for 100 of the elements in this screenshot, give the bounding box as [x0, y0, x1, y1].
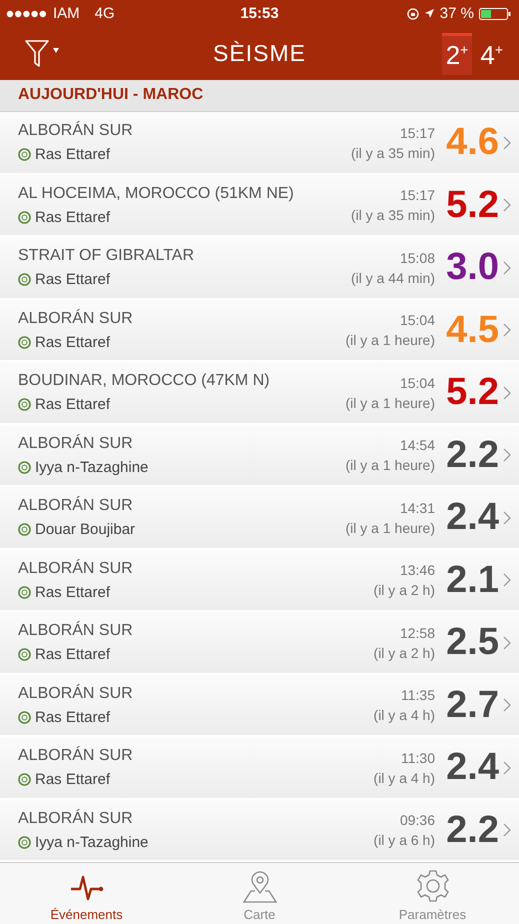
event-place: Ras Ettaref [35, 708, 110, 726]
event-region: AL HOCEIMA, MOROCCO (51KM NE) [18, 184, 295, 203]
event-region: ALBORÁN SUR [18, 434, 134, 453]
event-region: ALBORÁN SUR [18, 810, 134, 828]
event-region: BOUDINAR, MOROCCO (47KM N) [18, 372, 271, 390]
event-ago: (il y a 1 heure) [346, 394, 435, 411]
signal-icon [6, 10, 48, 18]
magnitude-value: 4.6 [445, 121, 499, 164]
magnitude-value: 2.4 [445, 496, 499, 540]
event-time: 13:46 [400, 562, 435, 578]
event-place: Douar Boujibar [35, 521, 136, 538]
event-place: Ras Ettaref [35, 271, 110, 288]
chevron-icon [503, 760, 511, 775]
location-icon [18, 460, 31, 474]
magnitude-filter-tab[interactable]: 2$^{+}$ [442, 32, 472, 75]
event-ago: (il y a 35 min) [350, 144, 435, 161]
filter-button[interactable] [24, 38, 62, 69]
event-place: Ras Ettaref [35, 208, 110, 226]
location-icon [18, 836, 31, 849]
event-time: 12:58 [400, 624, 435, 641]
event-region: ALBORÁN SUR [18, 622, 134, 640]
event-place: Ras Ettaref [35, 771, 110, 788]
event-time: 15:04 [400, 312, 435, 328]
event-region: ALBORÁN SUR [18, 684, 134, 703]
network-type: 4G [94, 5, 115, 22]
event-time: 14:31 [400, 500, 435, 516]
location-icon [18, 210, 31, 224]
magnitude-value: 2.4 [445, 746, 499, 790]
location-icon [18, 398, 31, 412]
magnitude-value: 4.5 [445, 308, 499, 352]
status-time: 15:53 [240, 5, 279, 22]
chevron-icon [503, 260, 511, 275]
carrier-name: IAM [53, 5, 80, 22]
event-time: 09:36 [400, 812, 435, 828]
event-region: ALBORÁN SUR [18, 310, 134, 328]
magnitude-value: 3.0 [445, 246, 499, 290]
event-region: ALBORÁN SUR [18, 747, 134, 766]
magnitude-value: 5.2 [445, 184, 499, 227]
event-time: 15:04 [400, 374, 435, 391]
event-ago: (il y a 1 heure) [346, 332, 435, 348]
location-icon [18, 586, 31, 599]
event-time: 15:08 [400, 250, 435, 266]
location-icon [18, 773, 31, 786]
chevron-icon [503, 136, 511, 150]
event-ago: (il y a 35 min) [350, 207, 435, 224]
event-ago: (il y a 4 h) [374, 707, 435, 724]
magnitude-filter-tab[interactable]: 4$^{+}$ [476, 32, 507, 75]
event-time: 14:54 [400, 437, 435, 454]
event-place: Ras Ettaref [35, 584, 110, 601]
event-place: Ras Ettaref [35, 396, 110, 414]
location-icon [18, 273, 31, 286]
map-pin-icon [242, 871, 278, 903]
event-place: Ras Ettaref [35, 646, 110, 664]
rotation-lock-icon [406, 8, 419, 20]
location-icon [18, 336, 31, 349]
funnel-icon [24, 38, 62, 69]
event-time: 11:30 [401, 750, 435, 766]
location-arrow-icon [424, 8, 435, 20]
chevron-icon [503, 823, 511, 838]
chevron-icon [503, 636, 511, 650]
event-region: ALBORÁN SUR [18, 497, 134, 516]
event-time: 15:17 [400, 187, 435, 204]
chevron-icon [503, 698, 511, 712]
magnitude-value: 2.5 [445, 621, 499, 664]
magnitude-value: 5.2 [445, 371, 499, 414]
chevron-icon [503, 323, 511, 338]
event-place: Ras Ettaref [35, 334, 110, 351]
location-icon [18, 523, 31, 536]
event-ago: (il y a 2 h) [374, 644, 435, 661]
event-place: Ras Ettaref [35, 146, 110, 164]
event-place: Iyya n-Tazaghine [35, 834, 148, 851]
app-title: SÈISME [213, 40, 306, 68]
event-region: STRAIT OF GIBRALTAR [18, 247, 196, 266]
magnitude-value: 2.7 [445, 684, 499, 727]
chevron-icon [503, 510, 511, 525]
chevron-icon [503, 448, 511, 462]
event-region: ALBORÁN SUR [18, 560, 134, 578]
event-ago: (il y a 6 h) [374, 832, 435, 848]
battery-icon [479, 8, 513, 20]
event-place: Iyya n-Tazaghine [35, 458, 148, 476]
chevron-icon [503, 573, 511, 588]
event-region: ALBORÁN SUR [18, 122, 134, 140]
chevron-icon [503, 198, 511, 212]
location-icon [18, 710, 31, 724]
location-icon [18, 148, 31, 162]
event-ago: (il y a 44 min) [350, 270, 435, 286]
chevron-icon [503, 386, 511, 400]
magnitude-value: 2.1 [445, 558, 499, 602]
magnitude-value: 2.2 [445, 808, 499, 852]
event-time: 11:35 [401, 687, 435, 704]
event-time: 15:17 [400, 124, 435, 141]
event-ago: (il y a 4 h) [374, 770, 435, 786]
location-icon [18, 648, 31, 662]
event-ago: (il y a 2 h) [374, 582, 435, 598]
tab-button[interactable]: Événements [0, 863, 173, 924]
magnitude-value: 2.2 [445, 434, 499, 477]
event-ago: (il y a 1 heure) [346, 457, 435, 474]
settings-icon [414, 869, 450, 903]
section-title: AUJOURD'HUI - MAROC [18, 86, 204, 104]
battery-percent: 37 % [440, 5, 474, 22]
